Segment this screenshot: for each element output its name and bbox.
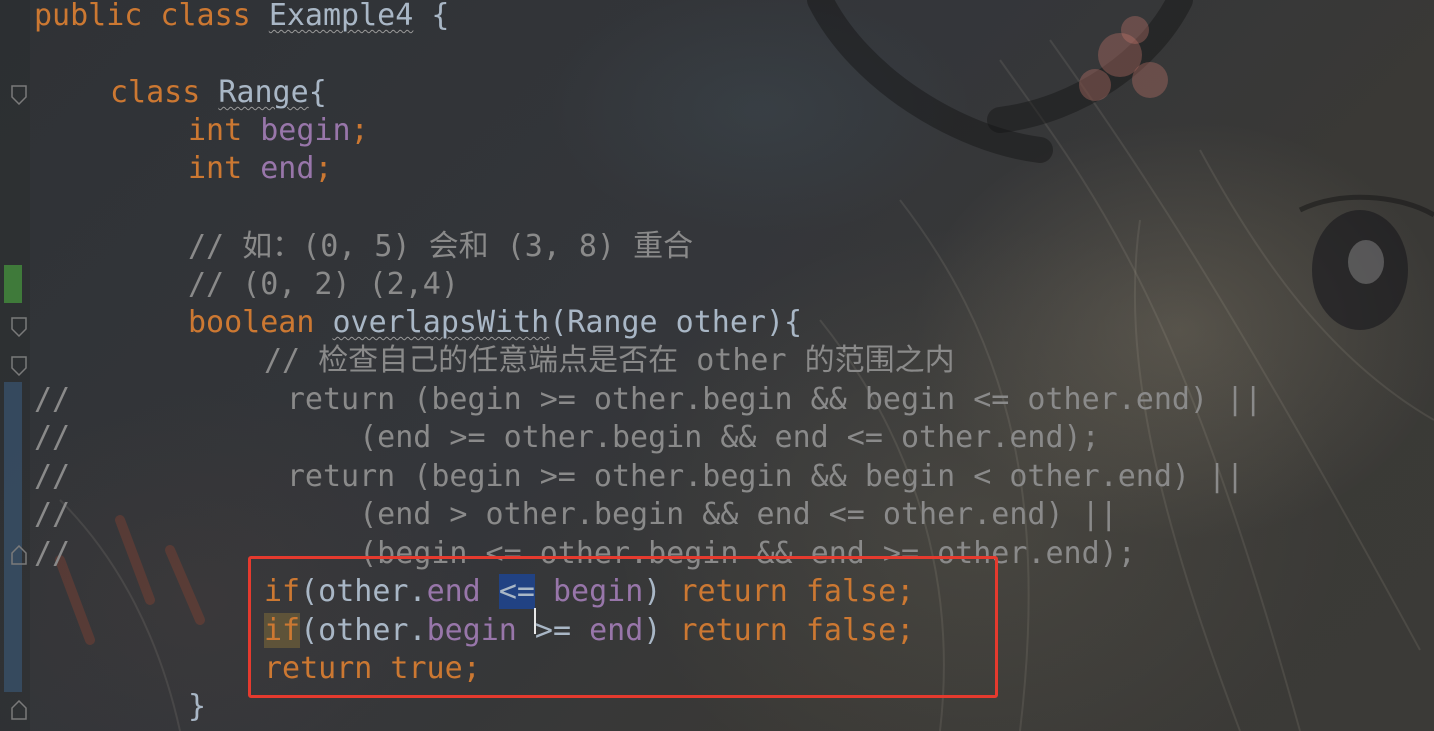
method-name: overlapsWith xyxy=(332,305,550,340)
code-line-commented-code[interactable]: // (end > other.begin && end <= other.en… xyxy=(34,496,1118,534)
code-line-closing-brace[interactable]: } xyxy=(188,688,206,726)
field-name: begin xyxy=(260,113,351,148)
code-line-field-begin[interactable]: int begin; xyxy=(188,112,369,150)
code-line-method-signature[interactable]: boolean overlapsWith(Range other){ xyxy=(188,304,802,342)
code-editor[interactable]: public class Example4 { class Range{ int… xyxy=(0,0,1434,731)
keyword: public class xyxy=(34,0,269,33)
code-line-commented-code[interactable]: // (end >= other.begin && end <= other.e… xyxy=(34,419,1100,457)
code-line-inner-class[interactable]: class Range{ xyxy=(110,74,327,112)
parameters: (Range other){ xyxy=(549,305,803,340)
punctuation: ; xyxy=(350,113,369,148)
code-line-commented-code[interactable]: // return (begin >= other.begin && begin… xyxy=(34,458,1244,496)
annotation-highlight-box xyxy=(248,556,998,698)
keyword: class xyxy=(110,75,219,110)
keyword: int xyxy=(188,113,261,148)
punctuation: ; xyxy=(314,151,333,186)
keyword: boolean xyxy=(188,305,333,340)
code-line-class-declaration[interactable]: public class Example4 { xyxy=(34,0,449,35)
code-line-comment[interactable]: // 如：(0, 5) 会和 (3, 8) 重合 xyxy=(188,228,693,266)
code-line-commented-code[interactable]: // return (begin >= other.begin && begin… xyxy=(34,381,1262,419)
field-name: end xyxy=(260,151,315,186)
punctuation: { xyxy=(413,0,450,33)
keyword: int xyxy=(188,151,261,186)
class-name: Range xyxy=(218,75,309,110)
code-line-comment[interactable]: // 检查自己的任意端点是否在 other 的范围之内 xyxy=(264,342,955,380)
code-line-field-end[interactable]: int end; xyxy=(188,150,333,188)
punctuation: { xyxy=(308,75,327,110)
code-line-comment[interactable]: // (0, 2) (2,4) xyxy=(188,266,459,304)
punctuation: } xyxy=(188,689,207,724)
class-name: Example4 xyxy=(268,0,414,33)
